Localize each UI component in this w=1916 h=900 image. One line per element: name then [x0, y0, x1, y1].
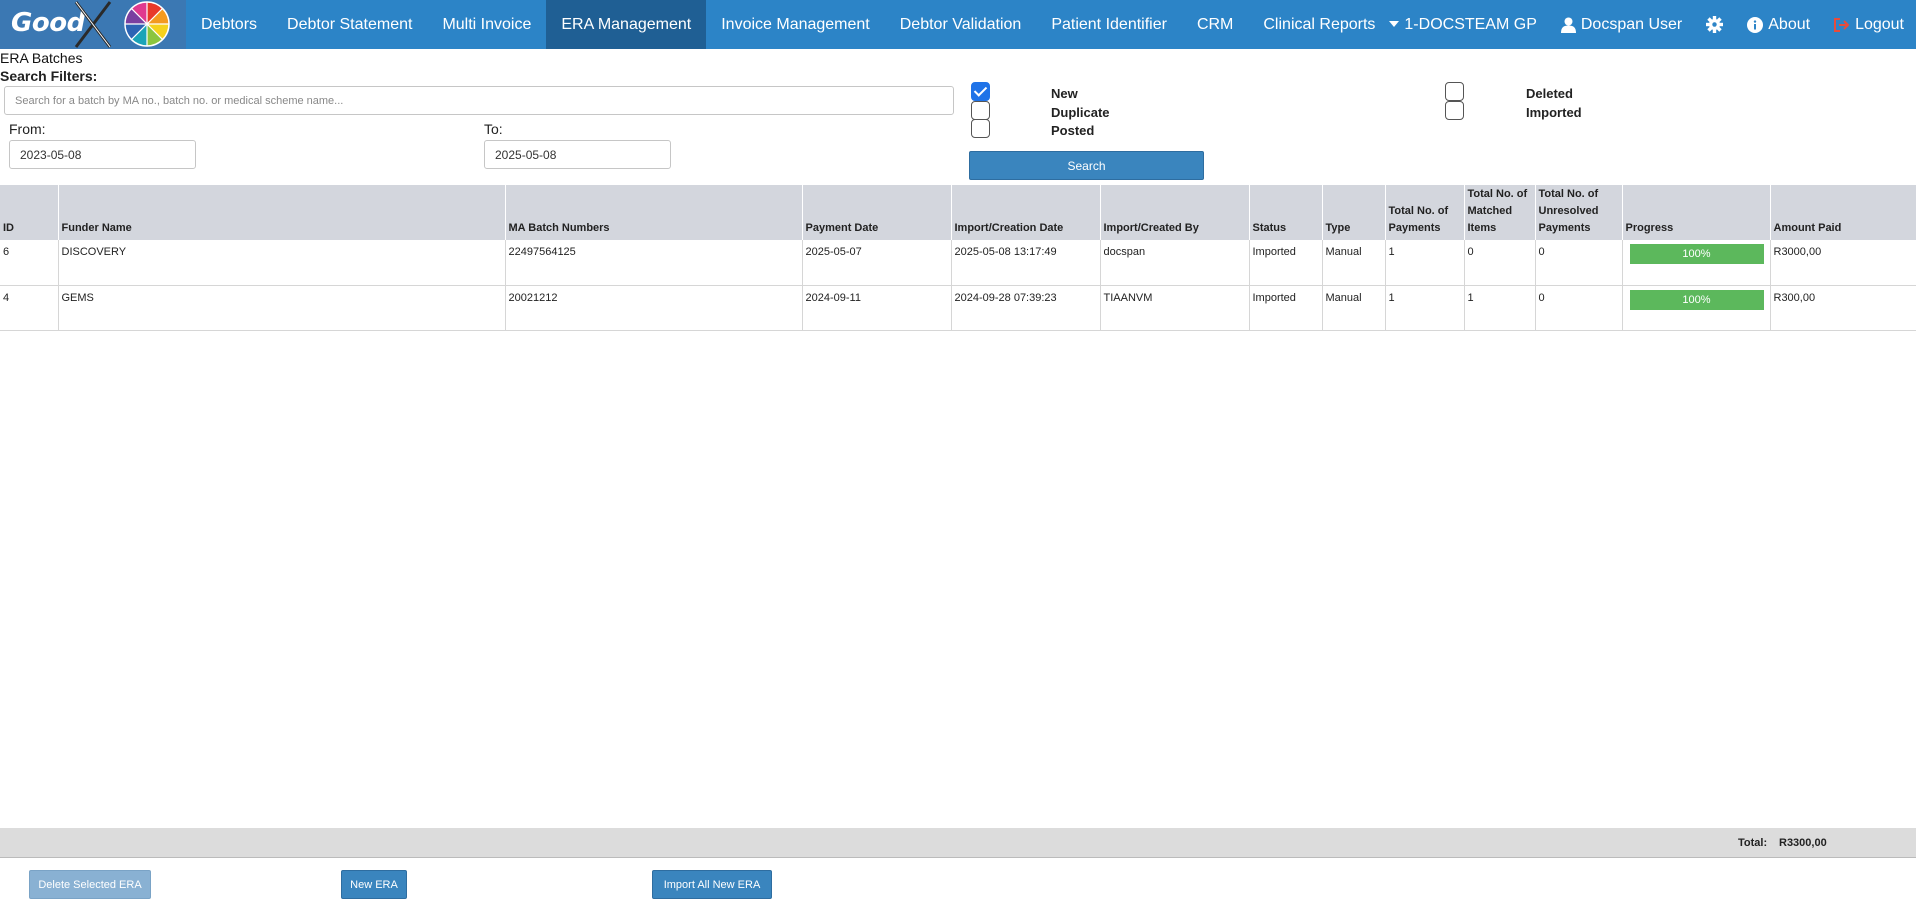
import-all-new-era-button[interactable]: Import All New ERA — [652, 870, 772, 899]
status-duplicate-checkbox[interactable] — [971, 101, 990, 120]
cell-created-by: docspan — [1099, 240, 1249, 286]
nav-invoice-management[interactable]: Invoice Management — [706, 0, 885, 49]
cell-matched: 1 — [1463, 285, 1535, 331]
table-row[interactable]: 6 DISCOVERY 22497564125 2025-05-07 2025-… — [0, 240, 1916, 286]
cell-amount: R3000,00 — [1769, 240, 1916, 286]
total-value: R3300,00 — [1779, 837, 1827, 849]
cell-type: Manual — [1321, 285, 1385, 331]
search-button[interactable]: Search — [969, 151, 1204, 180]
col-created-by[interactable]: Import/Created By — [1099, 185, 1249, 240]
cell-unresolved: 0 — [1534, 240, 1622, 286]
cell-created-by: TIAANVM — [1099, 285, 1249, 331]
col-total-payments[interactable]: Total No. of Payments — [1384, 185, 1464, 240]
user-name: Docspan User — [1580, 15, 1683, 33]
cell-status: Imported — [1248, 285, 1322, 331]
about-link[interactable]: About — [1735, 0, 1822, 49]
nav-right-group: 1-DOCSTEAM GP Docspan User About Logout — [1377, 0, 1916, 49]
col-amount-paid[interactable]: Amount Paid — [1769, 185, 1916, 240]
from-date-label: From: — [9, 121, 46, 137]
status-posted-label: Posted — [1051, 123, 1095, 138]
settings-button[interactable] — [1694, 0, 1735, 49]
user-icon — [1560, 17, 1576, 33]
logo-x-icon — [74, 1, 112, 48]
nav-multi-invoice[interactable]: Multi Invoice — [427, 0, 546, 49]
color-wheel-icon — [124, 1, 170, 47]
logout-link[interactable]: Logout — [1822, 0, 1916, 49]
col-type[interactable]: Type — [1321, 185, 1385, 240]
gear-icon — [1706, 16, 1724, 33]
col-payment-date[interactable]: Payment Date — [801, 185, 951, 240]
totals-bar: Total: R3300,00 — [0, 828, 1916, 858]
page-title: ERA Batches — [0, 50, 83, 66]
caret-down-icon — [1389, 21, 1400, 27]
col-import-date[interactable]: Import/Creation Date — [950, 185, 1100, 240]
table-row[interactable]: 4 GEMS 20021212 2024-09-11 2024-09-28 07… — [0, 285, 1916, 331]
nav-debtor-validation[interactable]: Debtor Validation — [885, 0, 1037, 49]
cell-batch: 20021212 — [504, 285, 802, 331]
user-menu[interactable]: Docspan User — [1549, 0, 1694, 49]
nav-crm[interactable]: CRM — [1182, 0, 1248, 49]
to-date-input[interactable] — [484, 140, 671, 169]
info-icon — [1747, 16, 1764, 33]
cell-progress: 100% — [1621, 285, 1770, 331]
logout-label: Logout — [1855, 15, 1904, 33]
nav-debtors[interactable]: Debtors — [186, 0, 272, 49]
col-funder-name[interactable]: Funder Name — [57, 185, 505, 240]
col-progress[interactable]: Progress — [1621, 185, 1770, 240]
to-date-label: To: — [484, 121, 503, 137]
col-ma-batch-numbers[interactable]: MA Batch Numbers — [504, 185, 802, 240]
cell-batch: 22497564125 — [504, 240, 802, 286]
progress-bar: 100% — [1629, 289, 1764, 310]
logout-icon — [1834, 17, 1850, 32]
top-navbar: Good Debtors Debtor Statement Multi Invo… — [0, 0, 1916, 49]
era-batches-table: ID Funder Name MA Batch Numbers Payment … — [0, 185, 1916, 331]
nav-debtor-statement[interactable]: Debtor Statement — [272, 0, 427, 49]
goodx-logo[interactable]: Good — [0, 0, 186, 49]
practice-dropdown[interactable]: 1-DOCSTEAM GP — [1377, 0, 1548, 49]
cell-funder: GEMS — [57, 285, 505, 331]
status-new-checkbox[interactable] — [971, 82, 990, 101]
new-era-button[interactable]: New ERA — [341, 870, 407, 899]
status-duplicate-label: Duplicate — [1051, 105, 1110, 120]
cell-amount: R300,00 — [1769, 285, 1916, 331]
status-deleted-label: Deleted — [1526, 86, 1573, 101]
from-date-input[interactable] — [9, 140, 196, 169]
search-filters-label: Search Filters: — [0, 68, 98, 84]
about-label: About — [1768, 15, 1811, 33]
progress-bar: 100% — [1629, 244, 1764, 264]
batch-search-input[interactable] — [4, 86, 954, 115]
total-label: Total: — [1738, 837, 1768, 849]
table-header-row: ID Funder Name MA Batch Numbers Payment … — [0, 185, 1916, 240]
delete-selected-era-button[interactable]: Delete Selected ERA — [29, 870, 151, 899]
status-deleted-checkbox[interactable] — [1445, 82, 1464, 101]
cell-progress: 100% — [1621, 240, 1770, 286]
cell-id: 4 — [0, 285, 58, 331]
main-nav: Debtors Debtor Statement Multi Invoice E… — [186, 0, 1390, 49]
status-imported-label: Imported — [1526, 105, 1582, 120]
cell-funder: DISCOVERY — [57, 240, 505, 286]
cell-payment-date: 2025-05-07 — [801, 240, 951, 286]
cell-status: Imported — [1248, 240, 1322, 286]
practice-name: 1-DOCSTEAM GP — [1404, 15, 1537, 33]
cell-matched: 0 — [1463, 240, 1535, 286]
nav-patient-identifier[interactable]: Patient Identifier — [1036, 0, 1182, 49]
cell-unresolved: 0 — [1534, 285, 1622, 331]
cell-payment-date: 2024-09-11 — [801, 285, 951, 331]
col-unresolved-payments[interactable]: Total No. of Unresolved Payments — [1534, 185, 1622, 240]
nav-era-management[interactable]: ERA Management — [546, 0, 707, 49]
cell-import-date: 2025-05-08 13:17:49 — [950, 240, 1100, 286]
cell-type: Manual — [1321, 240, 1385, 286]
nav-clinical-reports[interactable]: Clinical Reports — [1248, 0, 1390, 49]
cell-payments: 1 — [1384, 285, 1464, 331]
status-posted-checkbox[interactable] — [971, 119, 990, 138]
col-matched-items[interactable]: Total No. of Matched Items — [1463, 185, 1535, 240]
status-imported-checkbox[interactable] — [1445, 101, 1464, 120]
col-id[interactable]: ID — [0, 185, 58, 240]
cell-payments: 1 — [1384, 240, 1464, 286]
cell-id: 6 — [0, 240, 58, 286]
cell-import-date: 2024-09-28 07:39:23 — [950, 285, 1100, 331]
status-new-label: New — [1051, 86, 1078, 101]
col-status[interactable]: Status — [1248, 185, 1322, 240]
